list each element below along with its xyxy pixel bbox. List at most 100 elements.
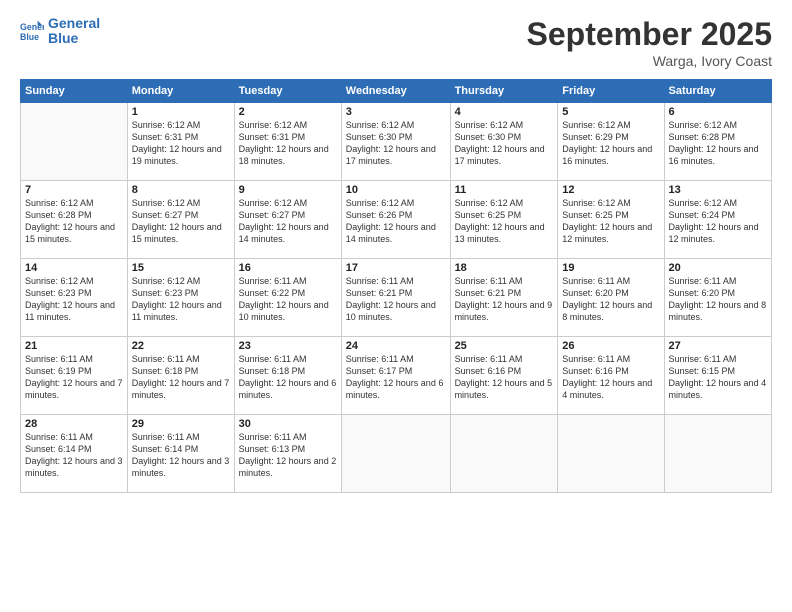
day-info: Sunrise: 6:12 AMSunset: 6:25 PMDaylight:… — [455, 197, 554, 246]
calendar-table: SundayMondayTuesdayWednesdayThursdayFrid… — [20, 79, 772, 493]
empty-cell — [450, 415, 558, 493]
day-info: Sunrise: 6:11 AMSunset: 6:16 PMDaylight:… — [455, 353, 554, 402]
day-number: 30 — [239, 418, 337, 430]
col-header-thursday: Thursday — [450, 80, 558, 103]
day-info: Sunrise: 6:12 AMSunset: 6:30 PMDaylight:… — [346, 119, 446, 168]
day-cell-15: 15Sunrise: 6:12 AMSunset: 6:23 PMDayligh… — [127, 259, 234, 337]
day-info: Sunrise: 6:11 AMSunset: 6:21 PMDaylight:… — [455, 275, 554, 324]
day-cell-9: 9Sunrise: 6:12 AMSunset: 6:27 PMDaylight… — [234, 181, 341, 259]
day-number: 16 — [239, 262, 337, 274]
day-cell-14: 14Sunrise: 6:12 AMSunset: 6:23 PMDayligh… — [21, 259, 128, 337]
day-info: Sunrise: 6:12 AMSunset: 6:27 PMDaylight:… — [132, 197, 230, 246]
day-number: 25 — [455, 340, 554, 352]
day-info: Sunrise: 6:12 AMSunset: 6:25 PMDaylight:… — [562, 197, 659, 246]
day-info: Sunrise: 6:11 AMSunset: 6:19 PMDaylight:… — [25, 353, 123, 402]
day-cell-5: 5Sunrise: 6:12 AMSunset: 6:29 PMDaylight… — [558, 103, 664, 181]
col-header-monday: Monday — [127, 80, 234, 103]
day-cell-17: 17Sunrise: 6:11 AMSunset: 6:21 PMDayligh… — [341, 259, 450, 337]
day-number: 27 — [669, 340, 767, 352]
day-info: Sunrise: 6:11 AMSunset: 6:13 PMDaylight:… — [239, 431, 337, 480]
day-info: Sunrise: 6:11 AMSunset: 6:16 PMDaylight:… — [562, 353, 659, 402]
day-number: 2 — [239, 106, 337, 118]
day-number: 5 — [562, 106, 659, 118]
day-cell-28: 28Sunrise: 6:11 AMSunset: 6:14 PMDayligh… — [21, 415, 128, 493]
day-cell-30: 30Sunrise: 6:11 AMSunset: 6:13 PMDayligh… — [234, 415, 341, 493]
day-number: 11 — [455, 184, 554, 196]
day-info: Sunrise: 6:11 AMSunset: 6:15 PMDaylight:… — [669, 353, 767, 402]
day-number: 9 — [239, 184, 337, 196]
day-number: 19 — [562, 262, 659, 274]
title-block: September 2025 Warga, Ivory Coast — [527, 16, 772, 69]
col-header-wednesday: Wednesday — [341, 80, 450, 103]
day-number: 29 — [132, 418, 230, 430]
day-cell-23: 23Sunrise: 6:11 AMSunset: 6:18 PMDayligh… — [234, 337, 341, 415]
day-cell-3: 3Sunrise: 6:12 AMSunset: 6:30 PMDaylight… — [341, 103, 450, 181]
week-row-1: 1Sunrise: 6:12 AMSunset: 6:31 PMDaylight… — [21, 103, 772, 181]
day-info: Sunrise: 6:12 AMSunset: 6:31 PMDaylight:… — [239, 119, 337, 168]
col-header-saturday: Saturday — [664, 80, 771, 103]
day-info: Sunrise: 6:11 AMSunset: 6:14 PMDaylight:… — [132, 431, 230, 480]
day-info: Sunrise: 6:12 AMSunset: 6:28 PMDaylight:… — [669, 119, 767, 168]
week-row-5: 28Sunrise: 6:11 AMSunset: 6:14 PMDayligh… — [21, 415, 772, 493]
day-info: Sunrise: 6:12 AMSunset: 6:26 PMDaylight:… — [346, 197, 446, 246]
day-number: 24 — [346, 340, 446, 352]
day-number: 12 — [562, 184, 659, 196]
logo-line2: Blue — [48, 31, 100, 46]
col-header-friday: Friday — [558, 80, 664, 103]
day-cell-19: 19Sunrise: 6:11 AMSunset: 6:20 PMDayligh… — [558, 259, 664, 337]
logo-line1: General — [48, 16, 100, 31]
col-header-sunday: Sunday — [21, 80, 128, 103]
day-number: 26 — [562, 340, 659, 352]
day-number: 22 — [132, 340, 230, 352]
day-cell-4: 4Sunrise: 6:12 AMSunset: 6:30 PMDaylight… — [450, 103, 558, 181]
day-cell-27: 27Sunrise: 6:11 AMSunset: 6:15 PMDayligh… — [664, 337, 771, 415]
day-cell-10: 10Sunrise: 6:12 AMSunset: 6:26 PMDayligh… — [341, 181, 450, 259]
week-row-3: 14Sunrise: 6:12 AMSunset: 6:23 PMDayligh… — [21, 259, 772, 337]
day-info: Sunrise: 6:11 AMSunset: 6:22 PMDaylight:… — [239, 275, 337, 324]
day-cell-20: 20Sunrise: 6:11 AMSunset: 6:20 PMDayligh… — [664, 259, 771, 337]
day-cell-21: 21Sunrise: 6:11 AMSunset: 6:19 PMDayligh… — [21, 337, 128, 415]
day-cell-6: 6Sunrise: 6:12 AMSunset: 6:28 PMDaylight… — [664, 103, 771, 181]
day-info: Sunrise: 6:11 AMSunset: 6:18 PMDaylight:… — [132, 353, 230, 402]
day-cell-24: 24Sunrise: 6:11 AMSunset: 6:17 PMDayligh… — [341, 337, 450, 415]
day-number: 17 — [346, 262, 446, 274]
day-cell-18: 18Sunrise: 6:11 AMSunset: 6:21 PMDayligh… — [450, 259, 558, 337]
day-number: 7 — [25, 184, 123, 196]
day-number: 15 — [132, 262, 230, 274]
day-info: Sunrise: 6:11 AMSunset: 6:20 PMDaylight:… — [669, 275, 767, 324]
day-number: 18 — [455, 262, 554, 274]
page-header: General Blue General Blue September 2025… — [20, 16, 772, 69]
day-info: Sunrise: 6:11 AMSunset: 6:14 PMDaylight:… — [25, 431, 123, 480]
month-title: September 2025 — [527, 16, 772, 53]
day-number: 28 — [25, 418, 123, 430]
calendar-header-row: SundayMondayTuesdayWednesdayThursdayFrid… — [21, 80, 772, 103]
day-number: 20 — [669, 262, 767, 274]
day-info: Sunrise: 6:12 AMSunset: 6:28 PMDaylight:… — [25, 197, 123, 246]
empty-cell — [21, 103, 128, 181]
day-cell-2: 2Sunrise: 6:12 AMSunset: 6:31 PMDaylight… — [234, 103, 341, 181]
day-number: 23 — [239, 340, 337, 352]
day-info: Sunrise: 6:11 AMSunset: 6:20 PMDaylight:… — [562, 275, 659, 324]
svg-text:Blue: Blue — [20, 32, 39, 42]
day-info: Sunrise: 6:12 AMSunset: 6:23 PMDaylight:… — [132, 275, 230, 324]
day-number: 1 — [132, 106, 230, 118]
day-info: Sunrise: 6:12 AMSunset: 6:31 PMDaylight:… — [132, 119, 230, 168]
day-number: 6 — [669, 106, 767, 118]
empty-cell — [341, 415, 450, 493]
day-info: Sunrise: 6:12 AMSunset: 6:27 PMDaylight:… — [239, 197, 337, 246]
day-info: Sunrise: 6:11 AMSunset: 6:17 PMDaylight:… — [346, 353, 446, 402]
day-number: 21 — [25, 340, 123, 352]
logo-icon: General Blue — [20, 19, 44, 43]
day-cell-12: 12Sunrise: 6:12 AMSunset: 6:25 PMDayligh… — [558, 181, 664, 259]
day-info: Sunrise: 6:12 AMSunset: 6:29 PMDaylight:… — [562, 119, 659, 168]
logo: General Blue General Blue — [20, 16, 100, 47]
day-info: Sunrise: 6:12 AMSunset: 6:23 PMDaylight:… — [25, 275, 123, 324]
day-cell-26: 26Sunrise: 6:11 AMSunset: 6:16 PMDayligh… — [558, 337, 664, 415]
col-header-tuesday: Tuesday — [234, 80, 341, 103]
location: Warga, Ivory Coast — [527, 53, 772, 69]
day-cell-7: 7Sunrise: 6:12 AMSunset: 6:28 PMDaylight… — [21, 181, 128, 259]
day-number: 10 — [346, 184, 446, 196]
day-number: 4 — [455, 106, 554, 118]
week-row-4: 21Sunrise: 6:11 AMSunset: 6:19 PMDayligh… — [21, 337, 772, 415]
day-number: 13 — [669, 184, 767, 196]
